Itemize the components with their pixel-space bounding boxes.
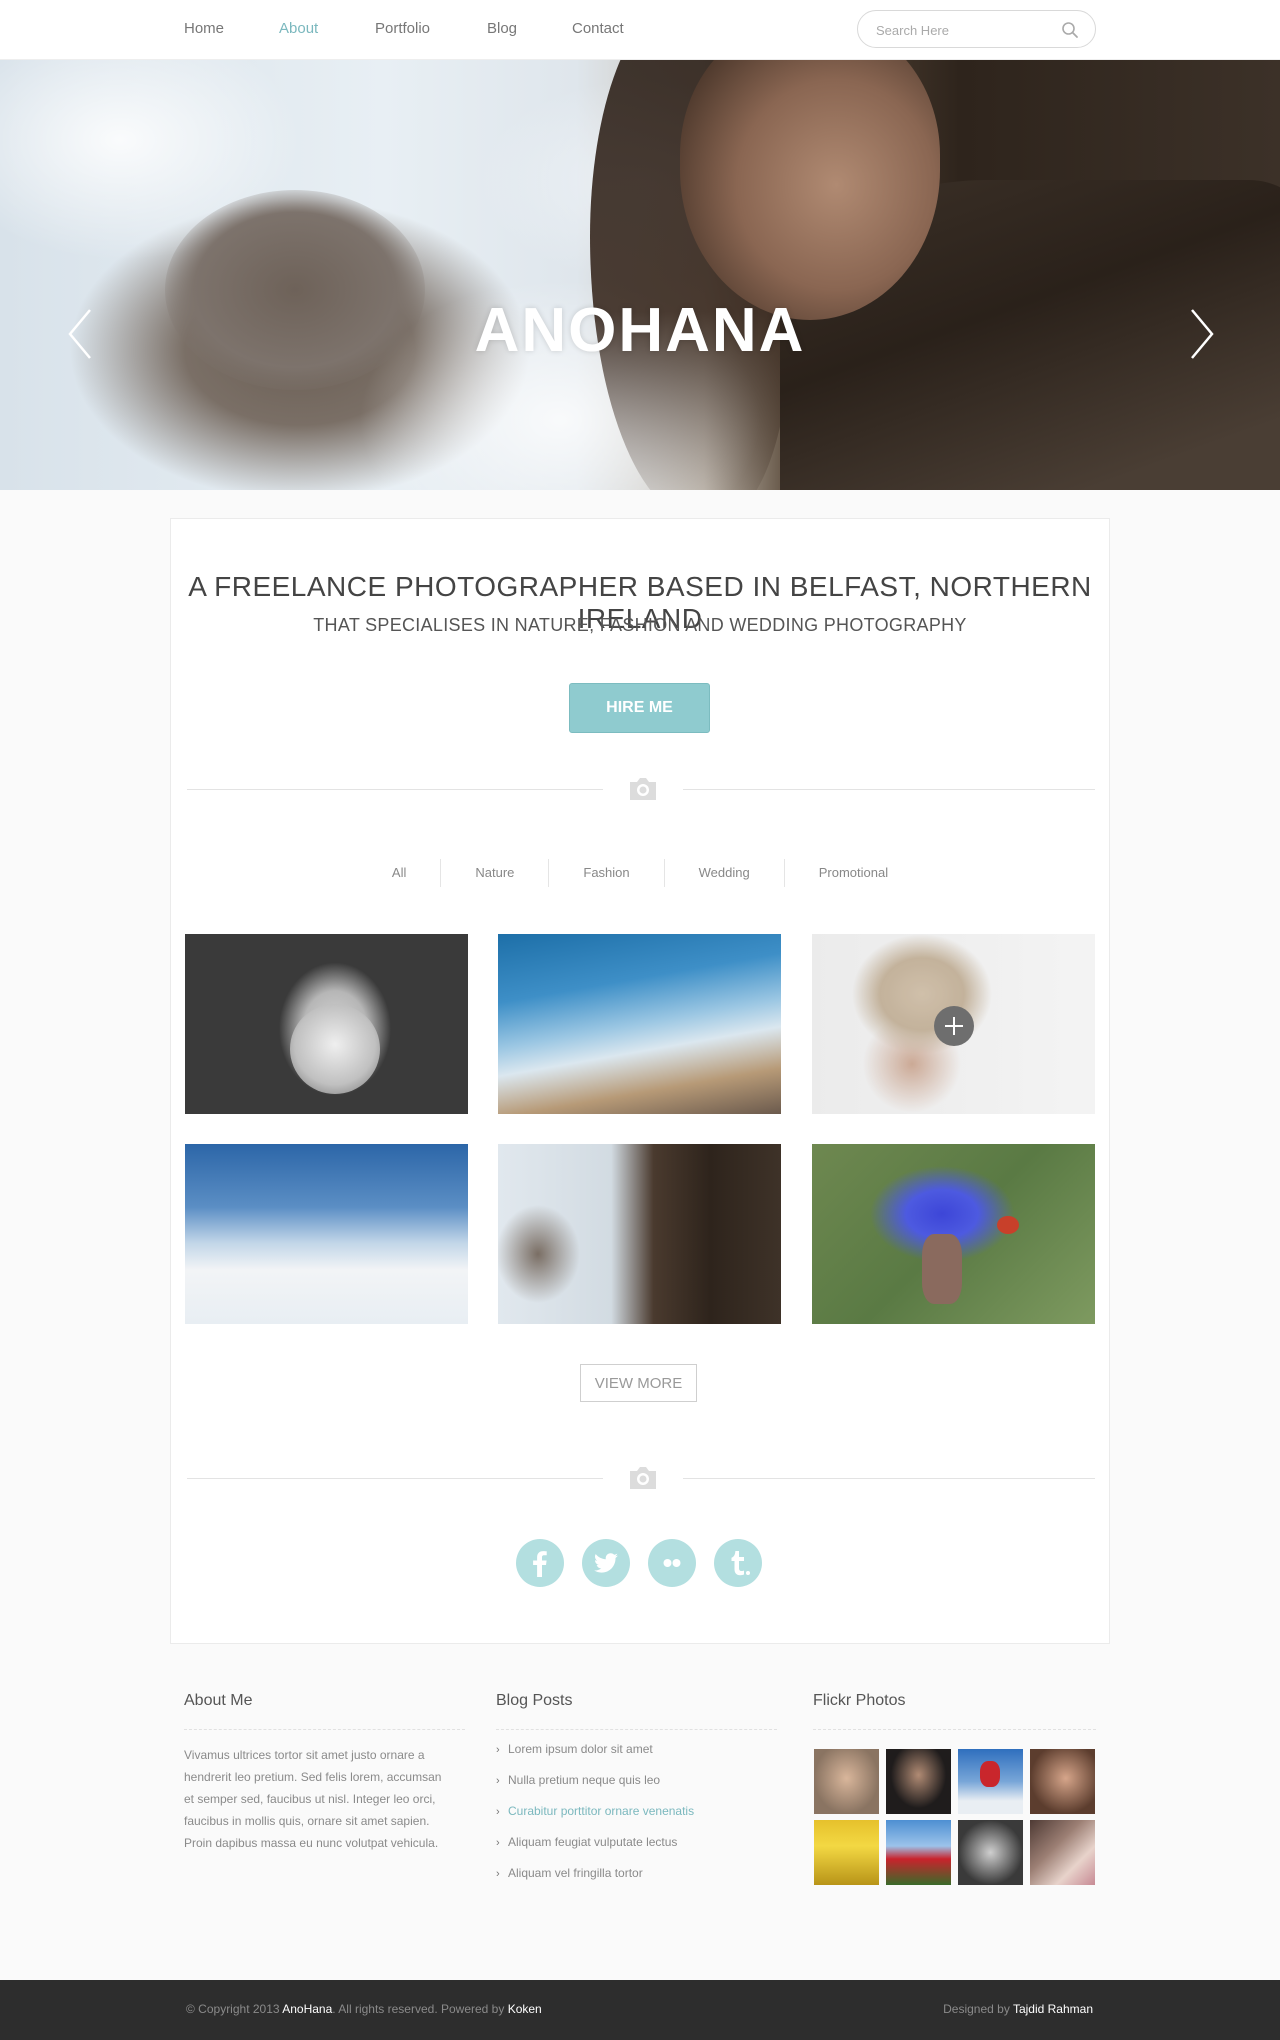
copyright: © Copyright 2013 AnoHana. All rights res… (186, 2002, 542, 2016)
plus-icon[interactable] (934, 1006, 974, 1046)
copyright-prefix: © Copyright 2013 (186, 2002, 283, 2016)
chevron-left-icon[interactable] (66, 306, 94, 362)
divider-line (187, 789, 603, 790)
filter-wedding[interactable]: Wedding (663, 859, 784, 887)
divider-line (683, 789, 1095, 790)
portfolio-thumb-snow[interactable] (185, 1144, 468, 1324)
blog-post-label: Aliquam vel fringilla tortor (508, 1866, 643, 1880)
portfolio-thumb-woman[interactable] (498, 1144, 781, 1324)
top-navigation: Home About Portfolio Blog Contact (0, 0, 1280, 60)
designed-by: Designed by Tajdid Rahman (943, 2002, 1093, 2016)
flickr-photo[interactable] (958, 1749, 1023, 1814)
flickr-photo[interactable] (886, 1749, 951, 1814)
designer-link[interactable]: Tajdid Rahman (1013, 2002, 1093, 2016)
bottom-bar: © Copyright 2013 AnoHana. All rights res… (0, 1980, 1280, 2040)
chevron-right-icon: › (496, 1775, 500, 1787)
camera-icon (627, 1464, 659, 1492)
flickr-photo[interactable] (958, 1820, 1023, 1885)
blog-post-label: Lorem ipsum dolor sit amet (508, 1742, 653, 1756)
blog-post-label: Nulla pretium neque quis leo (508, 1773, 661, 1787)
chevron-right-icon: › (496, 1868, 500, 1880)
blog-post-label: Aliquam feugiat vulputate lectus (508, 1835, 678, 1849)
filter-fashion[interactable]: Fashion (548, 859, 663, 887)
camera-icon (627, 775, 659, 803)
portfolio-thumb-portrait-bw[interactable] (185, 934, 468, 1114)
flickr-photo[interactable] (814, 1749, 879, 1814)
view-more-button[interactable]: VIEW MORE (580, 1364, 697, 1402)
hero-slider: ANOHANA (0, 60, 1280, 490)
blog-post-item[interactable]: › Aliquam vel fringilla tortor (496, 1866, 796, 1897)
hire-me-button[interactable]: HIRE ME (569, 683, 710, 733)
blog-post-item[interactable]: › Nulla pretium neque quis leo (496, 1773, 796, 1804)
nav-about[interactable]: About (279, 20, 318, 37)
hero-title: ANOHANA (474, 296, 806, 365)
designed-prefix: Designed by (943, 2002, 1013, 2016)
about-me-text: Vivamus ultrices tortor sit amet justo o… (184, 1748, 442, 1850)
flickr-icon[interactable] (648, 1539, 696, 1587)
search-box (857, 10, 1096, 48)
tumblr-icon[interactable] (714, 1539, 762, 1587)
blog-post-item[interactable]: › Curabitur porttitor ornare venenatis (496, 1804, 796, 1835)
facebook-icon[interactable] (516, 1539, 564, 1587)
brand-link[interactable]: AnoHana (282, 2002, 332, 2016)
portfolio-filters: All Nature Fashion Wedding Promotional (171, 859, 1109, 889)
flickr-photos-title: Flickr Photos (813, 1692, 906, 1709)
blog-post-item[interactable]: › Lorem ipsum dolor sit amet (496, 1742, 796, 1773)
intro-subhead: THAT SPECIALISES IN NATURE, FASHION AND … (313, 615, 967, 635)
divider-line (187, 1478, 603, 1479)
chevron-right-icon[interactable] (1188, 306, 1216, 362)
flickr-photo[interactable] (814, 1820, 879, 1885)
thumb-face (290, 1004, 380, 1094)
section-divider (187, 1464, 1095, 1494)
flickr-photo[interactable] (886, 1820, 951, 1885)
chevron-right-icon: › (496, 1806, 500, 1818)
twitter-icon[interactable] (582, 1539, 630, 1587)
portfolio-thumb-sky[interactable] (498, 934, 781, 1114)
blog-posts-title: Blog Posts (496, 1692, 573, 1709)
widget-divider (813, 1729, 1096, 1730)
section-divider (187, 775, 1095, 805)
nav-contact[interactable]: Contact (572, 20, 624, 37)
filter-promotional[interactable]: Promotional (783, 859, 922, 887)
divider-line (683, 1478, 1095, 1479)
widget-divider (496, 1729, 777, 1730)
widget-divider (184, 1729, 465, 1730)
ladybug (997, 1216, 1019, 1234)
nav-portfolio[interactable]: Portfolio (375, 20, 430, 37)
main-card: A FREELANCE PHOTOGRAPHER BASED IN BELFAS… (170, 518, 1110, 1644)
portfolio-thumb-flower[interactable] (812, 1144, 1095, 1324)
nav-blog[interactable]: Blog (487, 20, 517, 37)
portfolio-thumb-fur-hat[interactable] (812, 934, 1095, 1114)
blog-posts-list: › Lorem ipsum dolor sit amet › Nulla preti… (496, 1742, 796, 1897)
search-icon[interactable] (1061, 21, 1079, 39)
blog-post-item[interactable]: › Aliquam feugiat vulputate lectus (496, 1835, 796, 1866)
flower-bud (922, 1234, 962, 1304)
filter-nature[interactable]: Nature (440, 859, 548, 887)
flickr-photo[interactable] (1030, 1749, 1095, 1814)
nav-home[interactable]: Home (184, 20, 224, 37)
blog-post-label: Curabitur porttitor ornare venenatis (508, 1804, 695, 1818)
about-me-title: About Me (184, 1692, 253, 1709)
copyright-middle: . All rights reserved. Powered by (332, 2002, 508, 2016)
flickr-photo[interactable] (1030, 1820, 1095, 1885)
search-input[interactable] (876, 20, 1056, 40)
chevron-right-icon: › (496, 1837, 500, 1849)
flickr-photo-detail (980, 1761, 1000, 1787)
chevron-right-icon: › (496, 1744, 500, 1756)
koken-link[interactable]: Koken (508, 2002, 542, 2016)
filter-all[interactable]: All (358, 859, 440, 887)
